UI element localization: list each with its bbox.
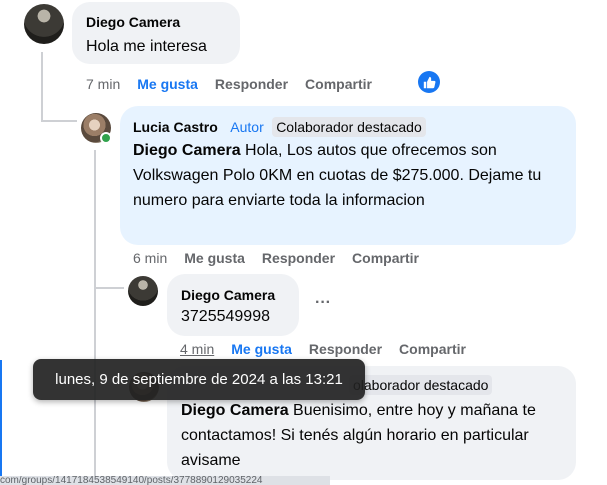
comment-author[interactable]: Lucia Castro (133, 119, 218, 135)
thread-line (41, 52, 43, 122)
comment-bubble: Diego Camera Hola me interesa (72, 2, 240, 64)
comment-actions: 7 min Me gusta Responder Compartir (86, 76, 389, 92)
comment-bubble-highlighted: Lucia Castro Autor Colaborador destacado… (120, 106, 576, 245)
like-button[interactable]: Me gusta (184, 250, 245, 266)
comment-time[interactable]: 7 min (86, 76, 120, 92)
reply-button[interactable]: Responder (215, 76, 288, 92)
like-button[interactable]: Me gusta (231, 341, 292, 357)
comment-header: olaborador destacado (349, 375, 493, 395)
comment-text: 3725549998 (181, 308, 270, 325)
share-button[interactable]: Compartir (399, 341, 466, 357)
comment-author[interactable]: Diego Camera (86, 14, 180, 30)
comment-actions: 6 min Me gusta Responder Compartir (133, 250, 436, 266)
avatar[interactable] (24, 4, 64, 44)
thread-line (94, 150, 96, 480)
timestamp-tooltip: lunes, 9 de septiembre de 2024 a las 13:… (33, 359, 365, 400)
share-button[interactable]: Compartir (352, 250, 419, 266)
highlight-edge (0, 360, 2, 478)
avatar[interactable] (128, 276, 158, 306)
top-contributor-badge: Colaborador destacado (272, 117, 426, 137)
like-button[interactable]: Me gusta (137, 76, 198, 92)
link-status-bar: com/groups/1417184538549140/posts/377889… (0, 476, 330, 485)
comment-actions: 4 min Me gusta Responder Compartir (180, 341, 483, 357)
comment-time[interactable]: 4 min (180, 341, 214, 357)
thread-line-curve (41, 120, 77, 122)
mention[interactable]: Diego Camera (181, 402, 289, 419)
comment-time[interactable]: 6 min (133, 250, 167, 266)
mention[interactable]: Diego Camera (133, 142, 241, 159)
more-options-icon[interactable]: ··· (315, 294, 331, 312)
comment-author[interactable]: Diego Camera (181, 287, 275, 303)
like-reaction-icon[interactable] (418, 71, 440, 93)
online-status-icon (100, 132, 112, 144)
reply-button[interactable]: Responder (262, 250, 335, 266)
comment-header: Lucia Castro Autor Colaborador destacado (133, 117, 426, 137)
comment-text: Hola me interesa (86, 38, 207, 55)
thread-line-curve (94, 287, 124, 289)
comment-text: Diego Camera Hola, Los autos que ofrecem… (133, 138, 553, 213)
comment-text: Diego Camera Buenisimo, entre hoy y maña… (181, 398, 561, 473)
top-contributor-badge: olaborador destacado (349, 375, 493, 395)
share-button[interactable]: Compartir (305, 76, 372, 92)
reply-button[interactable]: Responder (309, 341, 382, 357)
author-role: Autor (230, 119, 264, 135)
comment-bubble: Diego Camera 3725549998 (167, 274, 299, 336)
